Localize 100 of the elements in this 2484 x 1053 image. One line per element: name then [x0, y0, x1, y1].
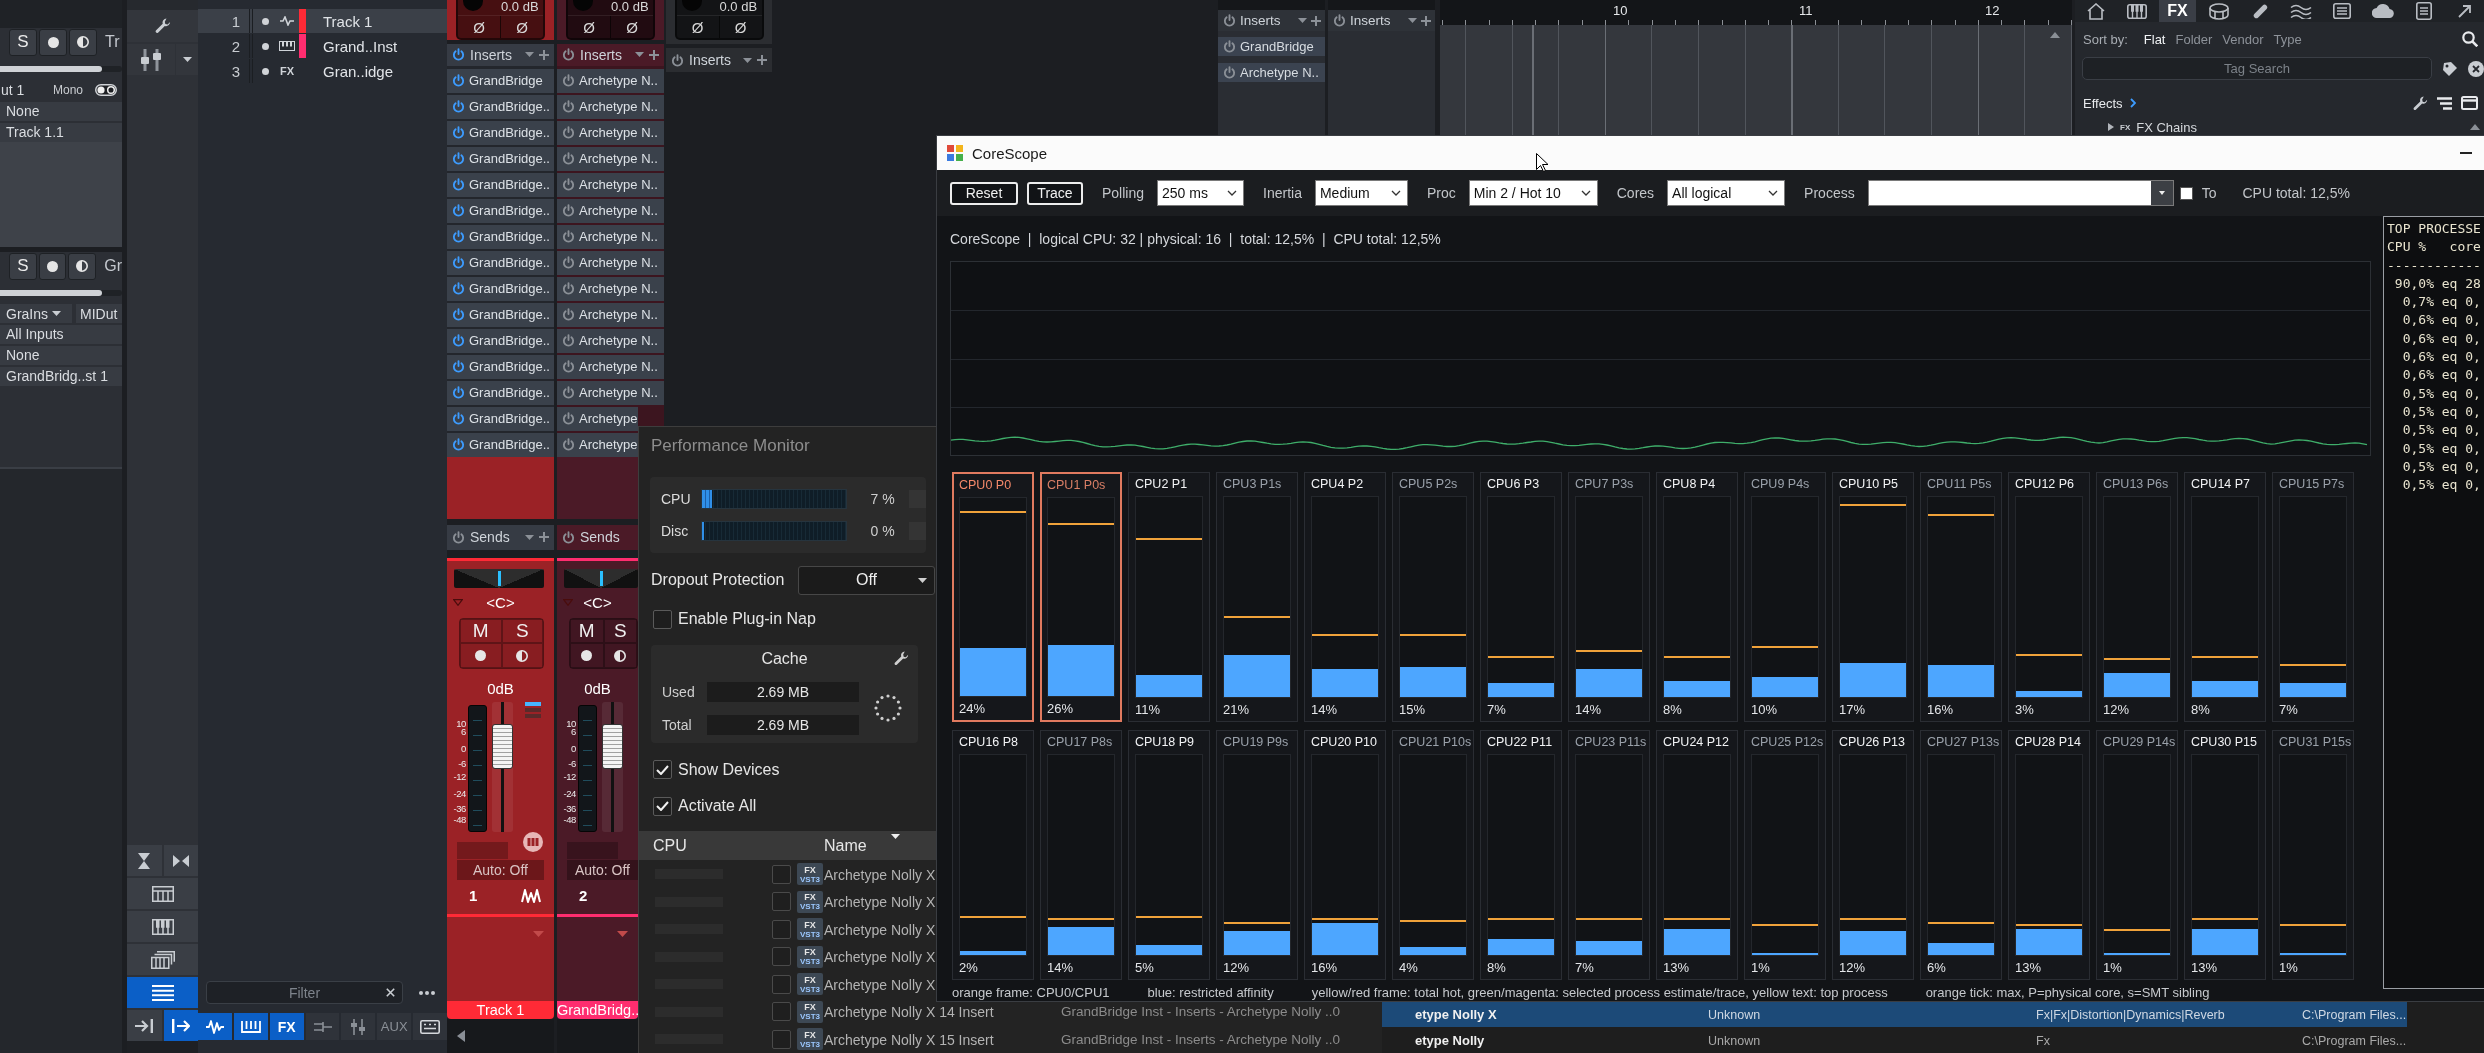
insert-slot[interactable]: GrandBridge.. — [447, 354, 554, 379]
insert-slot[interactable]: Archetype N.. — [557, 172, 664, 197]
tree-item[interactable]: FX FX Chains — [2075, 120, 2484, 134]
dropdown[interactable]: Min 2 / Hot 10 — [1468, 180, 1598, 206]
phase-invert-button[interactable]: Ø — [568, 16, 610, 38]
output-field[interactable]: MIDut — [76, 304, 122, 323]
insert-slot[interactable]: Archetype N.. — [557, 224, 664, 249]
automation-button[interactable]: Auto: Off — [567, 860, 638, 880]
view-button[interactable] — [127, 977, 198, 1008]
pan-slider[interactable] — [564, 569, 638, 588]
tag-search-field[interactable]: Tag Search — [2082, 57, 2432, 80]
dropdown[interactable]: Off — [798, 565, 935, 595]
phase-invert-button[interactable]: Ø — [718, 16, 762, 38]
dropdown-arrow-icon[interactable] — [617, 931, 628, 937]
sort-caret-icon[interactable] — [891, 834, 900, 840]
insert-slot[interactable]: Archetype N.. — [557, 380, 664, 405]
insert-slot[interactable]: GrandBridge.. — [447, 302, 554, 327]
dropdown-arrow-button[interactable] — [2150, 181, 2173, 205]
view-button[interactable] — [163, 845, 198, 876]
insert-slot[interactable]: Archetype N.. — [557, 328, 664, 353]
table-row[interactable]: etype Nolly X Unknown Fx|Fx|Distortion|Dynamics|Reverb C:\Program Files... — [1382, 1002, 2407, 1027]
insert-slot[interactable]: GrandBridge.. — [447, 172, 554, 197]
monitor-button[interactable] — [69, 28, 97, 56]
view-button[interactable] — [127, 911, 198, 942]
insert-slot[interactable]: GrandBridge.. — [447, 328, 554, 353]
insert-slot[interactable]: Archetype N.. — [557, 120, 664, 145]
insert-slot[interactable]: Archetype N.. — [557, 276, 664, 301]
table-row[interactable]: etype Nolly Unknown Fx C:\Program Files... — [1382, 1028, 2407, 1053]
sort-option[interactable]: Folder — [2175, 31, 2213, 47]
solo-button[interactable]: S — [501, 619, 543, 644]
insert-slot[interactable]: Archetype N.. — [557, 250, 664, 275]
phase-invert-button[interactable]: Ø — [676, 16, 719, 38]
insert-slot[interactable]: GrandBridge.. — [447, 146, 554, 171]
sort-option[interactable]: Vendor — [2222, 31, 2264, 47]
solo-button[interactable]: S — [603, 619, 637, 644]
phase-invert-button[interactable]: Ø — [610, 16, 653, 38]
checkbox[interactable] — [772, 1002, 791, 1022]
insert-slot[interactable]: Archetype N.. — [1218, 63, 1325, 82]
routing-field[interactable]: Track 1.1 — [0, 123, 122, 142]
checkbox[interactable] — [653, 760, 672, 780]
checkbox[interactable] — [653, 609, 672, 629]
checkbox[interactable] — [772, 892, 791, 912]
checkbox[interactable] — [2179, 186, 2193, 200]
insert-slot[interactable]: GrandBridge.. — [447, 94, 554, 119]
window-icon[interactable] — [2461, 96, 2478, 110]
sort-option[interactable]: Flat — [2143, 31, 2166, 47]
insert-slot[interactable]: GrandBridge.. — [447, 380, 554, 405]
chevron-right-icon[interactable] — [2129, 98, 2136, 108]
phase-invert-button[interactable]: Ø — [458, 16, 500, 38]
track-row[interactable]: 2 Grand..Inst — [198, 34, 447, 58]
scroll-up-icon[interactable] — [2050, 32, 2060, 38]
checkbox[interactable] — [772, 864, 791, 884]
monitor-button[interactable] — [68, 252, 97, 280]
pan-slider[interactable] — [454, 569, 544, 588]
record-button[interactable] — [38, 252, 67, 280]
routing-field[interactable]: None — [0, 102, 122, 121]
input-dropdown[interactable]: GraIns — [0, 304, 72, 323]
more-icon[interactable] — [419, 990, 435, 995]
view-button[interactable] — [127, 944, 198, 975]
scroll-left-icon[interactable] — [457, 1030, 465, 1042]
checkbox[interactable] — [772, 1029, 791, 1049]
solo-button[interactable]: S — [9, 252, 37, 280]
insert-slot[interactable]: GrandBridge.. — [447, 224, 554, 249]
sort-option[interactable]: Type — [2273, 31, 2302, 47]
solo-button[interactable]: S — [9, 28, 37, 56]
phase-invert-button[interactable]: Ø — [500, 16, 543, 38]
checkbox[interactable] — [653, 796, 672, 816]
view-button[interactable] — [127, 845, 162, 876]
view-button[interactable] — [163, 1010, 198, 1041]
insert-slot[interactable]: Archetype N.. — [557, 198, 664, 223]
insert-slot[interactable]: Archetype N.. — [557, 302, 664, 327]
track-row[interactable]: 1 Track 1 — [198, 9, 447, 33]
routing-field[interactable]: None — [0, 346, 122, 365]
dropdown[interactable]: 250 ms — [1157, 180, 1245, 206]
insert-slot[interactable]: Archetype — [557, 432, 638, 457]
track-row[interactable]: 3 FX Gran..idge — [198, 59, 447, 83]
scroll-up-icon[interactable] — [2470, 124, 2480, 130]
mute-button[interactable]: M — [570, 619, 604, 644]
insert-slot[interactable]: Archetype N.. — [557, 146, 664, 171]
tool-button[interactable] — [127, 10, 198, 42]
routing-field[interactable]: All Inputs — [0, 325, 122, 344]
volume-slider[interactable] — [0, 290, 122, 296]
insert-slot[interactable]: GrandBridge.. — [447, 276, 554, 301]
volume-fader[interactable] — [602, 702, 623, 832]
record-button[interactable] — [39, 28, 67, 56]
dropdown[interactable]: Medium — [1314, 180, 1408, 206]
checkbox[interactable] — [772, 947, 791, 967]
insert-slot[interactable]: Archetype — [557, 406, 638, 431]
toolbar-button[interactable]: Reset — [950, 181, 1018, 205]
insert-slot[interactable]: GrandBridge.. — [447, 432, 554, 457]
search-icon[interactable] — [2462, 31, 2478, 47]
clear-icon[interactable] — [386, 988, 395, 997]
bars-circle-icon[interactable] — [523, 832, 543, 852]
clear-circle-icon[interactable] — [2468, 60, 2484, 77]
track-filter-tab[interactable]: AUX — [377, 1013, 412, 1040]
mixer-view-button[interactable] — [127, 44, 175, 75]
insert-slot[interactable]: GrandBridge.. — [447, 250, 554, 275]
checkbox[interactable] — [772, 974, 791, 994]
mute-button[interactable]: M — [460, 619, 502, 644]
tag-icon[interactable] — [2442, 60, 2458, 77]
